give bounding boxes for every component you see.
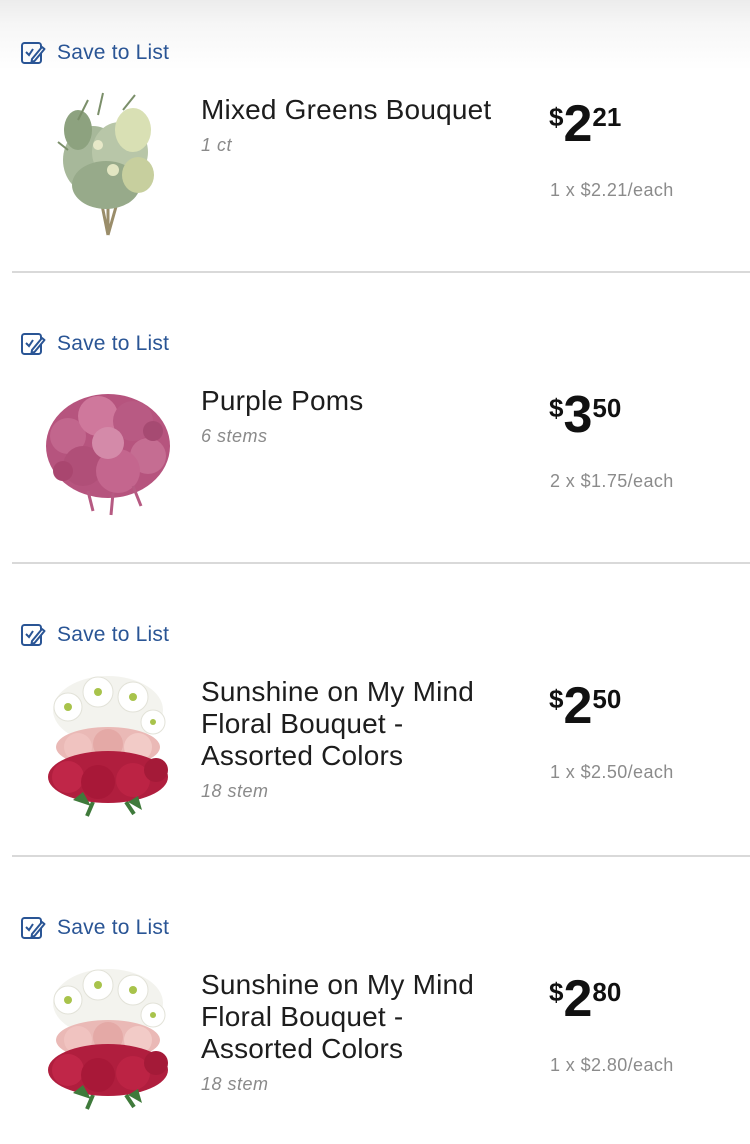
product-name-text: Sunshine on My Mind Floral Bouquet - Ass… [201,969,475,1064]
edit-list-icon [20,622,46,648]
price: $221 [549,96,621,152]
cart-item-list: Save to List Mixed Greens Bouquet 1 ct $… [0,0,750,1144]
save-to-list-label: Save to List [57,41,170,64]
price-currency: $ [549,393,564,423]
price-currency: $ [549,102,564,132]
save-to-list-button[interactable]: Save to List [20,331,169,357]
divider [12,562,750,564]
product-image[interactable] [38,381,178,531]
price-dollars: 2 [563,970,593,1028]
product-size: 1 ct [201,135,233,155]
price: $350 [549,387,621,443]
product-image[interactable] [38,90,178,240]
divider [12,855,750,857]
list-item: Save to List Purple Poms 6 stems $350 2 … [0,305,750,597]
price-cents: 21 [592,102,622,132]
edit-list-icon [20,331,46,357]
save-to-list-button[interactable]: Save to List [20,622,169,648]
price-cents: 80 [592,977,622,1007]
price-dollars: 3 [563,386,593,444]
divider [12,271,750,273]
price-cents: 50 [592,393,622,423]
price: $250 [549,678,621,734]
save-to-list-label: Save to List [57,916,170,939]
product-image[interactable] [38,672,178,822]
product-name[interactable]: Purple Poms 6 stems [201,385,521,447]
unit-price: 2 x $1.75/each [550,471,674,491]
unit-price: 1 x $2.80/each [550,1055,674,1075]
price-dollars: 2 [563,95,593,153]
save-to-list-button[interactable]: Save to List [20,915,169,941]
edit-list-icon [20,40,46,66]
product-name[interactable]: Sunshine on My Mind Floral Bouquet - Ass… [201,676,521,802]
product-name-text: Purple Poms [201,385,364,416]
save-to-list-button[interactable]: Save to List [20,40,169,66]
product-name[interactable]: Sunshine on My Mind Floral Bouquet - Ass… [201,969,521,1095]
list-item: Save to List Mixed Greens Bouquet 1 ct $… [0,14,750,306]
list-item: Save to List Sunshine on My Mind Floral … [0,596,750,888]
product-name-text: Mixed Greens Bouquet [201,94,492,125]
price-currency: $ [549,684,564,714]
unit-price: 1 x $2.21/each [550,180,674,200]
product-size: 18 stem [201,1074,269,1094]
product-image[interactable] [38,965,178,1115]
product-size: 6 stems [201,426,268,446]
price-currency: $ [549,977,564,1007]
price-cents: 50 [592,684,622,714]
product-size: 18 stem [201,781,269,801]
product-name[interactable]: Mixed Greens Bouquet 1 ct [201,94,521,156]
price-dollars: 2 [563,677,593,735]
price: $280 [549,971,621,1027]
save-to-list-label: Save to List [57,623,170,646]
save-to-list-label: Save to List [57,332,170,355]
product-name-text: Sunshine on My Mind Floral Bouquet - Ass… [201,676,475,771]
edit-list-icon [20,915,46,941]
unit-price: 1 x $2.50/each [550,762,674,782]
list-item: Save to List Sunshine on My Mind Floral … [0,889,750,1144]
